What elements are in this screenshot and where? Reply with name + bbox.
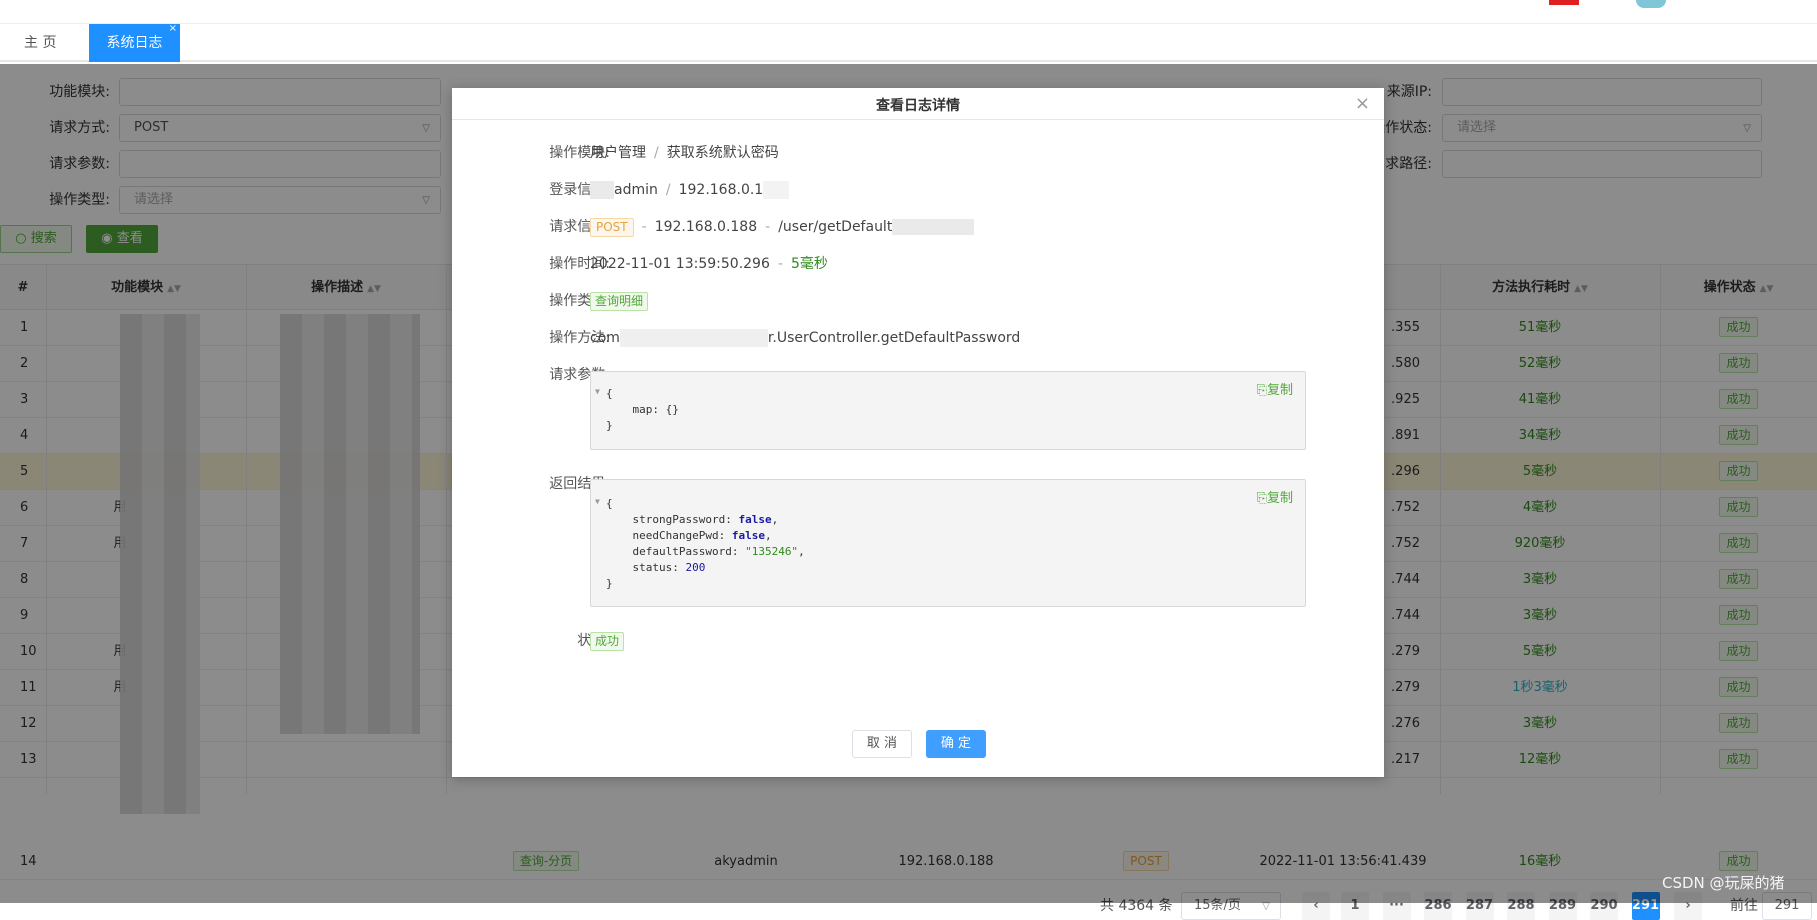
code-key: defaultPassword: <box>606 545 746 558</box>
tab-home[interactable]: 主 页 <box>6 24 74 62</box>
method-prefix: com <box>590 330 620 346</box>
optype-tag: 查询明细 <box>590 292 649 311</box>
top-bar <box>0 0 1817 24</box>
copy-params-button[interactable]: ⎘复制 <box>1257 379 1293 398</box>
time-text: 2022-11-01 13:59:50.296 <box>590 256 770 272</box>
code-line: defaultPassword: "135246", <box>606 545 805 558</box>
request-value: POST -192.168.0.188-/user/getDefault <box>590 217 975 237</box>
login-user: admin <box>614 182 658 198</box>
confirm-button[interactable]: 确 定 <box>926 730 986 758</box>
redacted-block <box>590 181 614 199</box>
method-suffix: r.UserController.getDefaultPassword <box>767 330 1021 346</box>
code-line: map: {} <box>606 403 679 416</box>
copy-params-label: 复制 <box>1266 382 1293 397</box>
code-key: needChangePwd: <box>606 529 732 542</box>
method-value: com r.UserController.getDefaultPassword <box>590 328 1020 348</box>
fold-icon[interactable]: ▼ <box>595 494 600 510</box>
code-value: false <box>738 513 772 526</box>
redacted-block <box>763 181 790 199</box>
copy-icon: ⎘ <box>1256 490 1267 505</box>
code-key: strongPassword: <box>606 513 739 526</box>
code-value: false <box>731 529 765 542</box>
optype-value: 查询明细 <box>590 291 649 311</box>
status-value: 成功 <box>590 631 625 651</box>
request-ip: 192.168.0.188 <box>654 219 758 235</box>
module-parent: 用户管理 <box>590 145 646 161</box>
code-line: strongPassword: false, <box>606 513 779 526</box>
tab-system-log[interactable]: 系统日志 × <box>89 23 180 62</box>
code-line: needChangePwd: false, <box>606 529 772 542</box>
request-method-tag: POST <box>590 218 634 237</box>
time-cost: 5毫秒 <box>790 256 828 272</box>
code-line: } <box>606 419 613 432</box>
language-flag-icon[interactable] <box>1549 0 1579 5</box>
time-value: 2022-11-01 13:59:50.296-5毫秒 <box>590 256 828 272</box>
code-line: } <box>606 577 613 590</box>
fold-icon[interactable]: ▼ <box>595 384 600 400</box>
dialog-header: 查看日志详情 × <box>452 88 1384 120</box>
code-line: { <box>606 387 613 400</box>
code-value: "135246" <box>745 545 799 558</box>
close-icon[interactable]: × <box>169 10 177 48</box>
module-value: 用户管理 / 获取系统默认密码 <box>590 145 779 161</box>
redacted-block <box>892 219 975 235</box>
request-path: /user/getDefault <box>778 219 893 235</box>
login-value: admin/192.168.0.1 <box>590 180 790 200</box>
dialog-title: 查看日志详情 <box>876 98 960 114</box>
login-ip: 192.168.0.1 <box>678 182 764 198</box>
copy-icon: ⎘ <box>1256 382 1267 397</box>
module-child: 获取系统默认密码 <box>666 145 779 161</box>
redacted-block <box>619 329 768 347</box>
code-value: 200 <box>685 561 706 574</box>
tab-system-log-label: 系统日志 <box>106 35 163 51</box>
code-key: status: <box>606 561 686 574</box>
status-tag: 成功 <box>590 632 625 651</box>
copy-result-label: 复制 <box>1266 490 1293 505</box>
log-detail-dialog: 查看日志详情 × 操作模块: 用户管理 / 获取系统默认密码 登录信息: admin… <box>452 88 1384 777</box>
code-line: status: 200 <box>606 560 705 576</box>
avatar[interactable] <box>1636 0 1666 8</box>
result-code-block: ⎘复制 ▼ { strongPassword: false, needChang… <box>590 479 1306 607</box>
copy-result-button[interactable]: ⎘复制 <box>1257 487 1293 506</box>
cancel-button[interactable]: 取 消 <box>852 730 912 758</box>
tab-bar: 主 页 系统日志 × <box>0 23 1817 62</box>
params-code-block: ⎘复制 ▼ { map: {} } <box>590 371 1306 450</box>
code-line: { <box>606 497 613 510</box>
close-icon[interactable]: × <box>1355 94 1370 114</box>
watermark: CSDN @玩屎的猪 <box>1662 874 1785 892</box>
